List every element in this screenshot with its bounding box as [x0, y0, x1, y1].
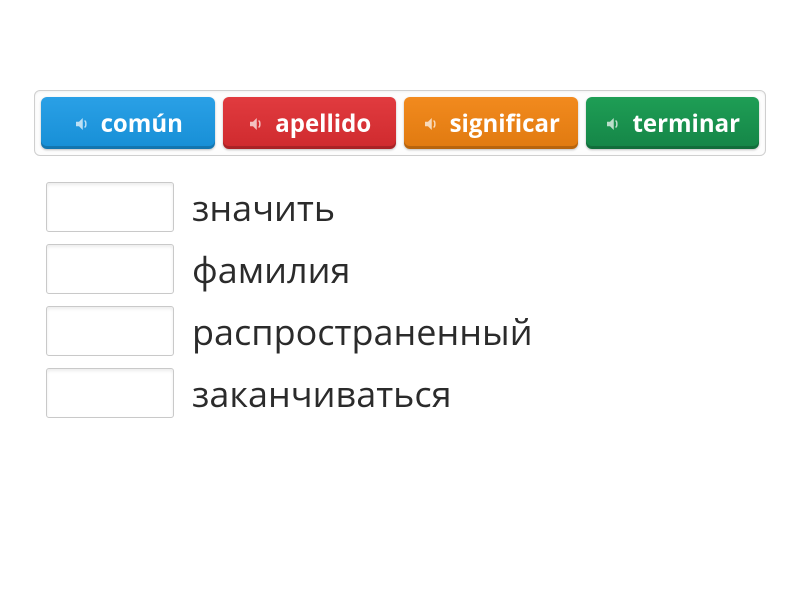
word-tile-significar[interactable]: significar [404, 97, 578, 149]
drop-slot[interactable] [46, 244, 174, 294]
word-tile-terminar[interactable]: terminar [586, 97, 760, 149]
tile-label: apellido [275, 107, 371, 140]
audio-icon[interactable] [422, 115, 440, 133]
audio-icon[interactable] [604, 115, 622, 133]
tile-bar: común apellido significar terminar [34, 90, 766, 156]
pair-label: распространенный [192, 307, 533, 356]
pair-label: заканчиваться [192, 369, 452, 418]
word-tile-comun[interactable]: común [41, 97, 215, 149]
tile-label: significar [450, 107, 560, 140]
pair-row: значить [46, 182, 766, 232]
audio-icon[interactable] [247, 115, 265, 133]
pair-label: значить [192, 183, 335, 232]
pair-row: фамилия [46, 244, 766, 294]
drop-slot[interactable] [46, 306, 174, 356]
word-tile-apellido[interactable]: apellido [223, 97, 397, 149]
tile-label: terminar [632, 107, 740, 140]
pairs-list: значить фамилия распространенный заканчи… [34, 182, 766, 418]
drop-slot[interactable] [46, 368, 174, 418]
pair-label: фамилия [192, 245, 350, 294]
pair-row: заканчиваться [46, 368, 766, 418]
tile-label: común [101, 107, 183, 140]
drop-slot[interactable] [46, 182, 174, 232]
match-activity: común apellido significar terminar значи… [0, 0, 800, 418]
pair-row: распространенный [46, 306, 766, 356]
audio-icon[interactable] [73, 115, 91, 133]
